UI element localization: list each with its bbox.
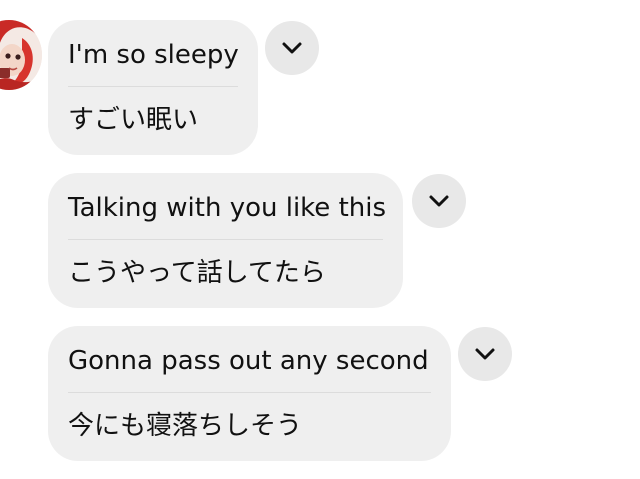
avatar-image <box>0 20 42 90</box>
message-translation-text: 今にも寝落ちしそう <box>68 411 303 441</box>
message-bubble[interactable]: I'm so sleepy すごい眠い <box>48 20 258 155</box>
avatar[interactable] <box>0 20 42 90</box>
chevron-down-icon <box>475 348 495 360</box>
chevron-down-icon <box>429 195 449 207</box>
message-more-button[interactable] <box>265 21 319 75</box>
message-bubble[interactable]: Talking with you like this こうやって話してたら <box>48 173 403 308</box>
message-more-button[interactable] <box>458 327 512 381</box>
message-original-text: Gonna pass out any second <box>68 346 429 376</box>
chevron-down-icon <box>282 42 302 54</box>
message-bubble[interactable]: Gonna pass out any second 今にも寝落ちしそう <box>48 326 451 461</box>
message-original-text: I'm so sleepy <box>68 40 239 70</box>
message-translation-text: こうやって話してたら <box>68 258 326 288</box>
message-more-button[interactable] <box>412 174 466 228</box>
message-thread: I'm so sleepy すごい眠い Talking with you lik… <box>0 0 640 479</box>
message-original-text: Talking with you like this <box>68 193 387 223</box>
message-translation-text: すごい眠い <box>68 105 199 135</box>
